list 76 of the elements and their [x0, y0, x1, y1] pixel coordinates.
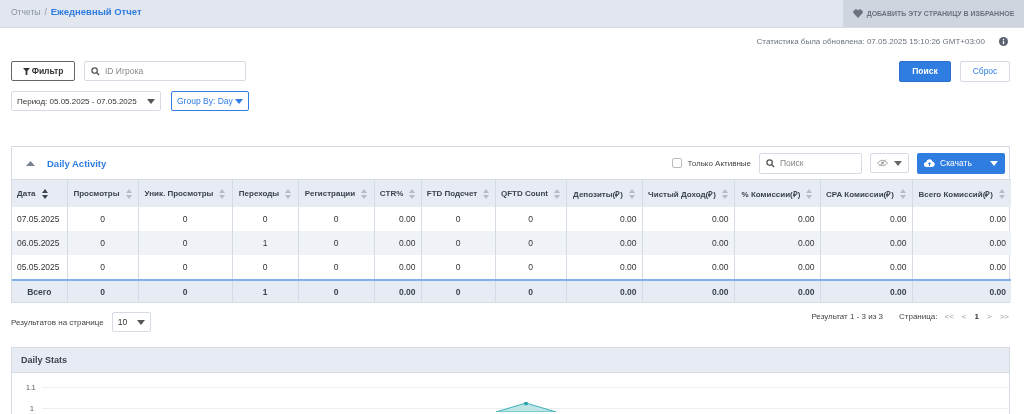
caret-icon	[136, 319, 145, 325]
column-header[interactable]: QFTD Count	[495, 179, 566, 207]
total-cell: 0.00	[566, 280, 642, 302]
column-header[interactable]: Регистрации	[298, 179, 374, 207]
search-button[interactable]: Поиск	[899, 60, 951, 82]
info-icon[interactable]	[999, 37, 1008, 46]
column-header[interactable]: Чистый Доход(₽)	[642, 179, 734, 207]
per-page-label: Результатов на странице	[11, 317, 104, 327]
table-cell: 0.00	[566, 231, 642, 255]
column-visibility-button[interactable]	[870, 153, 909, 173]
checkbox-label[interactable]: Только Активные	[687, 158, 751, 168]
column-header[interactable]: Переходы	[232, 179, 298, 207]
column-header[interactable]: % Комиссии(₽)	[734, 179, 820, 207]
table-cell: 0.00	[374, 231, 421, 255]
table-cell: 0	[138, 231, 232, 255]
checkbox[interactable]	[672, 158, 683, 168]
total-cell: 0.00	[374, 280, 421, 302]
pagination-link[interactable]: 1	[973, 311, 980, 321]
total-cell: 0	[495, 280, 566, 302]
column-header[interactable]: FTD Подсчет	[421, 179, 495, 207]
search-icon	[91, 66, 100, 76]
period-dropdown[interactable]: Период: 05.05.2025 - 07.05.2025	[11, 91, 161, 111]
cloud-upload-icon	[924, 159, 935, 167]
table-cell: 0	[298, 231, 374, 255]
total-cell: 0	[67, 280, 138, 302]
column-header[interactable]: Уник. Просмотры	[138, 179, 232, 207]
table-cell: 0	[421, 231, 495, 255]
table-cell: 0.00	[642, 231, 734, 255]
column-header[interactable]: CPA Комиссии(₽)	[820, 179, 912, 207]
caret-icon	[990, 160, 998, 166]
heart-icon	[852, 9, 863, 18]
caret-icon	[235, 98, 243, 104]
column-header[interactable]: CTR%	[374, 179, 421, 207]
results-summary: Результат 1 - 3 из 3	[811, 311, 884, 321]
area-chart-drawing	[496, 402, 556, 412]
table-cell: 1	[232, 231, 298, 255]
table-cell: 06.05.2025	[12, 231, 67, 255]
total-cell: 0.00	[820, 280, 912, 302]
total-cell: 1	[232, 280, 298, 302]
column-header[interactable]: Депозиты(₽)	[566, 179, 642, 207]
table-cell: 0.00	[820, 231, 912, 255]
filter-button[interactable]: Фильтр	[11, 61, 75, 81]
column-header[interactable]: Дата	[12, 179, 67, 207]
per-page-dropdown[interactable]: 10	[111, 312, 151, 332]
download-button[interactable]: Скачать	[917, 152, 1005, 174]
collapse-icon[interactable]	[26, 160, 35, 166]
panel-title: Daily Activity	[47, 157, 107, 169]
table-cell: 0	[67, 231, 138, 255]
group-by-dropdown[interactable]: Group By: Day	[171, 91, 249, 111]
total-cell: Всего	[12, 280, 67, 302]
table-cell: 0.00	[734, 231, 820, 255]
eye-slash-icon	[877, 159, 888, 167]
table-cell: 0.00	[912, 231, 1011, 255]
total-cell: 0	[421, 280, 495, 302]
column-header[interactable]: Просмотры	[67, 179, 138, 207]
filter-icon	[22, 67, 30, 75]
search-icon	[766, 158, 775, 168]
pagination-label: Страница:	[899, 311, 938, 321]
page-title: Ежедневный Отчет	[50, 6, 142, 17]
caret-icon	[894, 160, 902, 166]
table-search-field[interactable]: Поиск	[759, 152, 862, 174]
panel-title: Daily Stats	[21, 355, 68, 365]
table-cell: 0.00	[912, 207, 1011, 231]
caret-icon	[147, 98, 155, 104]
player-id-field[interactable]: ID Игрока	[84, 61, 246, 81]
breadcrumb-separator: /	[44, 6, 47, 17]
table-cell: 0.00	[912, 255, 1011, 280]
total-cell: 0	[138, 280, 232, 302]
total-cell: 0.00	[642, 280, 734, 302]
total-cell: 0.00	[912, 280, 1011, 302]
reset-button[interactable]: Сброс	[960, 60, 1010, 82]
column-header[interactable]: Всего Комиссий(₽)	[912, 179, 1011, 207]
total-cell: 0	[298, 280, 374, 302]
stats-updated-text: Статистика была обновлена: 07.05.2025 15:10:26 GMT+03:00	[756, 37, 985, 46]
total-cell: 0.00	[734, 280, 820, 302]
table-cell: 0	[495, 231, 566, 255]
